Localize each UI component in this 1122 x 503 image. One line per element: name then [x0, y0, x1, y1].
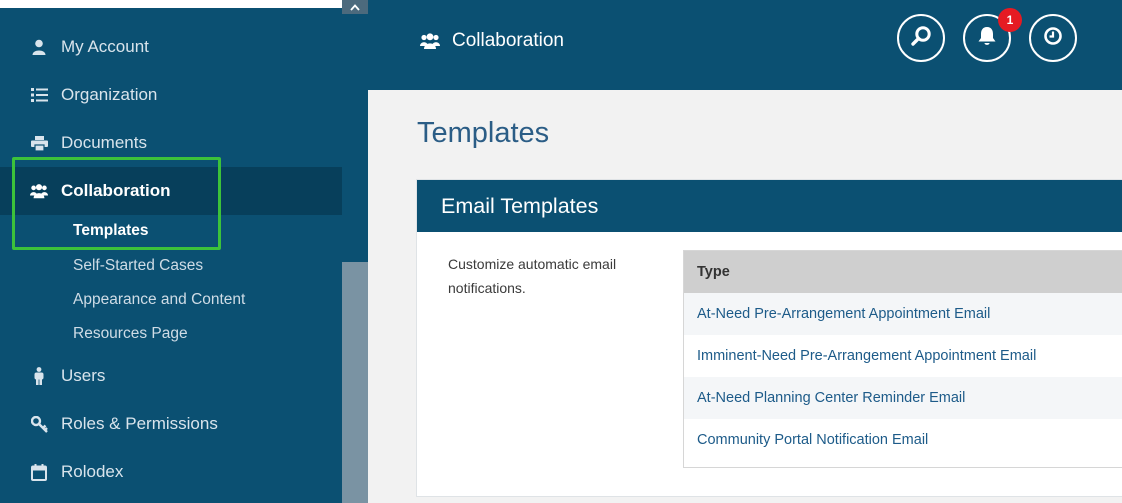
sidebar-item-rolodex[interactable]: Rolodex: [0, 448, 342, 496]
search-button[interactable]: [897, 14, 945, 62]
calendar-icon: [30, 463, 48, 481]
sidebar-item-roles-permissions[interactable]: Roles & Permissions: [0, 400, 342, 448]
sidebar-item-my-account[interactable]: My Account: [0, 23, 342, 71]
list-icon: [30, 86, 48, 104]
bell-icon: [976, 25, 998, 52]
subnav-item-templates[interactable]: Templates: [73, 222, 149, 240]
sidebar-top-strip: [0, 0, 342, 8]
table-row-link[interactable]: Imminent-Need Pre-Arrangement Appointmen…: [684, 335, 1122, 377]
sidebar-item-label: Rolodex: [61, 462, 124, 481]
sidebar-item-label: My Account: [61, 37, 149, 56]
templates-table: Type At-Need Pre-Arrangement Appointment…: [683, 250, 1122, 468]
key-icon: [30, 415, 48, 433]
app-title: Collaboration: [420, 30, 564, 52]
app-title-label: Collaboration: [452, 30, 564, 51]
top-bar: Collaboration 1: [368, 0, 1122, 90]
printer-icon: [30, 134, 48, 152]
history-button[interactable]: [1029, 14, 1077, 62]
sidebar-item-label: Organization: [61, 85, 158, 104]
sidebar-item-organization[interactable]: Organization: [0, 71, 342, 119]
sidebar-item-label: Documents: [61, 133, 147, 152]
sidebar-item-label: Collaboration: [61, 181, 171, 200]
sidebar: My Account Organization Documents Collab…: [0, 0, 342, 503]
table-row-link[interactable]: At-Need Planning Center Reminder Email: [684, 377, 1122, 419]
table-header-type: Type: [684, 251, 1122, 293]
subnav-item-appearance-and-content[interactable]: Appearance and Content: [73, 291, 245, 309]
sidebar-item-collaboration[interactable]: Collaboration: [0, 167, 342, 215]
sidebar-item-label: Users: [61, 366, 106, 385]
person-icon: [30, 367, 48, 385]
clock-icon: [1043, 26, 1063, 51]
users-icon: [420, 32, 442, 50]
scroll-up-icon[interactable]: [342, 0, 368, 14]
card-title: Email Templates: [417, 180, 1122, 232]
sidebar-item-documents[interactable]: Documents: [0, 119, 342, 167]
sidebar-item-users[interactable]: Users: [0, 352, 342, 400]
scrollbar-thumb[interactable]: [342, 14, 368, 262]
notification-badge: 1: [998, 8, 1022, 32]
subnav-item-self-started-cases[interactable]: Self-Started Cases: [73, 257, 203, 275]
card-description: Customize automatic email notifications.: [448, 256, 617, 296]
email-templates-card: Email Templates Customize automatic emai…: [416, 179, 1122, 497]
users-icon: [30, 182, 48, 200]
page-title: Templates: [417, 117, 550, 149]
user-icon: [30, 38, 48, 56]
subnav-item-resources-page[interactable]: Resources Page: [73, 325, 188, 343]
sidebar-item-label: Roles & Permissions: [61, 414, 218, 433]
table-row-link[interactable]: Community Portal Notification Email: [684, 419, 1122, 461]
table-row-link[interactable]: At-Need Pre-Arrangement Appointment Emai…: [684, 293, 1122, 335]
sidebar-scrollbar[interactable]: [342, 0, 368, 503]
search-icon: [910, 25, 932, 52]
